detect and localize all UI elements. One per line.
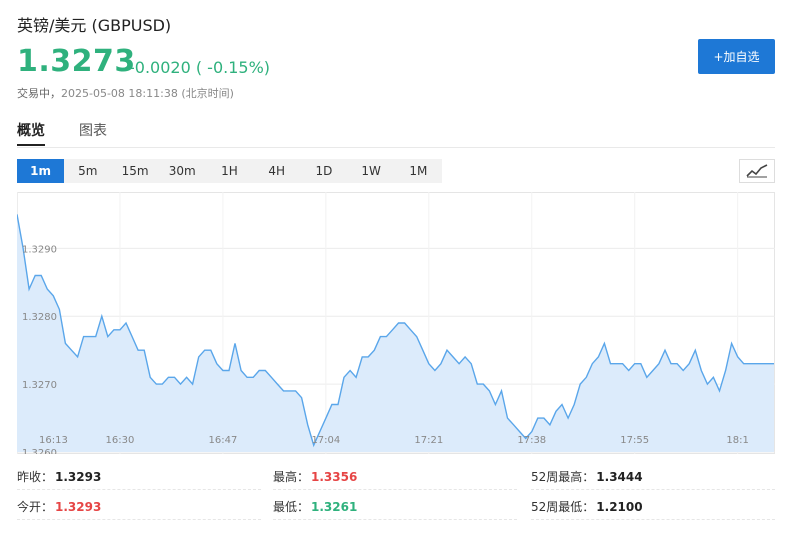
x-tick-label: 16:30	[106, 435, 135, 446]
y-tick-label: 1.3260	[22, 448, 57, 454]
interval-1h[interactable]: 1H	[206, 159, 253, 183]
interval-15m[interactable]: 15m	[111, 159, 158, 183]
stat-high: 最高： 1.3356	[273, 468, 357, 485]
tab-chart[interactable]: 图表	[79, 120, 107, 148]
instrument-title: 英镑/美元 (GBPUSD)	[17, 16, 172, 35]
low-value: 1.3261	[311, 500, 358, 514]
interval-1w[interactable]: 1W	[348, 159, 395, 183]
interval-30m[interactable]: 30m	[159, 159, 206, 183]
tab-bar: 概览 图表	[0, 120, 800, 150]
x-tick-label: 17:38	[517, 435, 546, 446]
stat-divider	[531, 519, 775, 520]
x-tick-label: 17:04	[311, 435, 340, 446]
stat-open: 今开： 1.3293	[17, 498, 101, 515]
current-price: 1.3273	[17, 44, 136, 79]
high52-value: 1.3444	[596, 470, 643, 484]
interval-1mo[interactable]: 1M	[395, 159, 442, 183]
high-label: 最高：	[273, 470, 310, 484]
interval-1m[interactable]: 1m	[17, 159, 65, 183]
price-change: -0.0020 ( -0.15%)	[129, 58, 271, 77]
price-chart[interactable]: 1.3290 1.3280 1.3270 1.3260 16:13 16:30 16:47 1…	[17, 192, 775, 454]
prev-close-label: 昨收：	[17, 470, 54, 484]
open-label: 今开：	[17, 500, 54, 514]
timestamp: 2025-05-08 18:11:38 (北京时间)	[61, 87, 234, 100]
x-tick-label: 17:55	[620, 435, 649, 446]
interval-5m[interactable]: 5m	[64, 159, 111, 183]
x-tick-label: 18:1	[726, 435, 748, 446]
stat-divider	[273, 489, 517, 490]
high-value: 1.3356	[311, 470, 358, 484]
low52-label: 52周最低：	[531, 500, 595, 514]
stat-52w-high: 52周最高： 1.3444	[531, 468, 643, 485]
prev-close-value: 1.3293	[55, 470, 102, 484]
x-tick-label: 16:13	[39, 435, 68, 446]
stat-52w-low: 52周最低： 1.2100	[531, 498, 643, 515]
stat-prev-close: 昨收： 1.3293	[17, 468, 101, 485]
interval-1d[interactable]: 1D	[300, 159, 347, 183]
y-tick-label: 1.3280	[22, 312, 57, 323]
stat-divider	[531, 489, 775, 490]
active-tab-indicator	[17, 144, 45, 146]
chart-type-toggle[interactable]	[739, 159, 775, 183]
interval-4h[interactable]: 4H	[253, 159, 300, 183]
tab-divider	[17, 147, 775, 148]
line-chart-icon	[746, 164, 768, 178]
x-tick-label: 16:47	[208, 435, 237, 446]
interval-selector: 1m 5m 15m 30m 1H 4H 1D 1W 1M	[17, 159, 442, 183]
stat-divider	[17, 489, 261, 490]
x-tick-label: 17:21	[414, 435, 443, 446]
y-tick-label: 1.3290	[22, 244, 57, 255]
stat-low: 最低： 1.3261	[273, 498, 357, 515]
y-tick-label: 1.3270	[22, 380, 57, 391]
low52-value: 1.2100	[596, 500, 643, 514]
status-label: 交易中，	[17, 87, 61, 100]
low-label: 最低：	[273, 500, 310, 514]
trading-status: 交易中，2025-05-08 18:11:38 (北京时间)	[17, 85, 234, 101]
stat-divider	[273, 519, 517, 520]
high52-label: 52周最高：	[531, 470, 595, 484]
stat-divider	[17, 519, 261, 520]
open-value: 1.3293	[55, 500, 102, 514]
add-watchlist-button[interactable]: +加自选	[698, 39, 775, 74]
